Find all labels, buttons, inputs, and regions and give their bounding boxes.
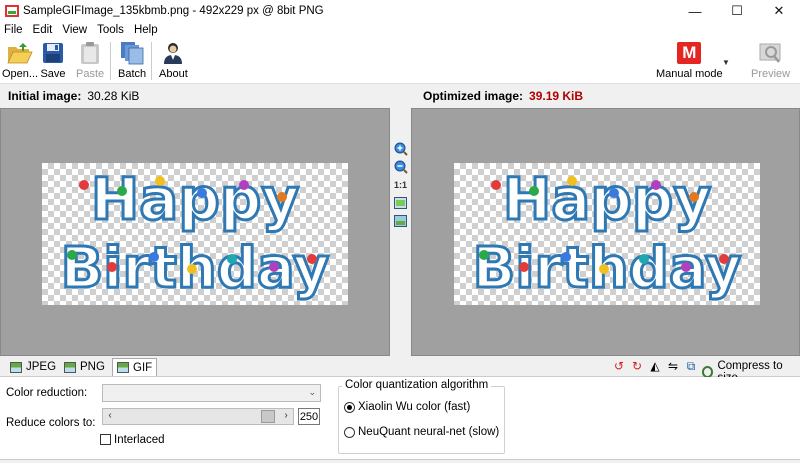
interlaced-label: Interlaced [114,434,165,446]
slider-thumb[interactable] [261,410,275,423]
paste-button[interactable]: Paste [76,40,104,80]
reduce-colors-label: Reduce colors to: [6,417,96,429]
menu-tools[interactable]: Tools [97,24,124,36]
magnifier-icon [758,40,784,66]
color-reduction-select[interactable]: ⌄ [102,384,321,402]
optimized-image-size: 39.19 KiB [529,89,584,103]
initial-image-size: 30.28 KiB [87,89,140,103]
toolbar-separator [110,42,111,80]
mode-dropdown-arrow-icon[interactable]: ▼ [722,58,730,67]
crop-icon[interactable]: ⧉ [684,359,698,373]
gif-settings-panel: Color reduction: ⌄ Reduce colors to: ‹ ›… [0,377,800,463]
initial-image-label: Initial image: [8,89,82,103]
tab-png-label: PNG [80,361,105,373]
png-format-icon [64,361,76,373]
open-button[interactable]: Open... [2,40,38,80]
slider-left-arrow-icon[interactable]: ‹ [104,410,116,421]
initial-image-panel[interactable]: Happy Birthday [0,108,390,356]
graphic-line1: Happy [91,165,300,233]
paste-label: Paste [76,68,105,80]
fit-window-icon[interactable] [394,196,408,210]
compare-icon[interactable] [394,214,408,228]
maximize-button[interactable]: ☐ [716,0,758,22]
flip-vertical-icon[interactable]: ⇋ [666,359,680,373]
preview-label: Preview [751,68,791,80]
slider-right-arrow-icon[interactable]: › [280,410,292,421]
menu-view[interactable]: View [62,24,87,36]
format-tab-bar: JPEG PNG GIF ↺ ↻ ◭ ⇋ ⧉ Compress to size [0,356,800,384]
optimized-image-info: Optimized image: 39.19 KiB [423,86,583,106]
zoom-out-icon[interactable] [394,160,408,174]
xiaolin-wu-radio[interactable] [344,402,355,413]
about-label: About [159,68,188,80]
chevron-down-icon: ⌄ [308,387,316,397]
color-reduction-label: Color reduction: [6,387,88,399]
reduce-colors-slider[interactable]: ‹ › [102,408,294,425]
open-label: Open... [2,68,39,80]
folder-open-icon [7,40,33,66]
tab-jpeg-label: JPEG [26,361,57,373]
tab-jpeg[interactable]: JPEG [6,358,60,376]
manual-mode-icon: M [676,40,702,66]
optimized-image-label: Optimized image: [423,89,524,103]
jpeg-format-icon [10,361,22,373]
optimized-image: Happy Birthday [454,163,760,305]
zoom-in-icon[interactable] [394,142,408,156]
batch-button[interactable]: Batch [118,40,146,80]
title-bar: SampleGIFImage_135kbmb.png - 492x229 px … [0,0,800,22]
interlaced-checkbox[interactable] [100,434,111,445]
preview-button[interactable]: Preview [751,40,790,80]
manual-mode-label: Manual mode [656,68,723,80]
zoom-toolbar: 1:1 [391,108,410,356]
tab-png[interactable]: PNG [60,358,109,376]
quantization-title: Color quantization algorithm [342,379,492,391]
happy-birthday-graphic: Happy Birthday [471,164,743,303]
menu-file[interactable]: File [4,24,23,36]
happy-birthday-graphic: Happy Birthday [59,164,331,303]
neuquant-radio[interactable] [344,427,355,438]
bottom-tab-strip [0,459,800,463]
minimize-button[interactable]: — [674,0,716,22]
reduce-colors-value[interactable]: 250 [298,408,320,425]
window-controls: — ☐ ✕ [674,0,800,22]
tab-gif-label: GIF [133,361,153,374]
menu-edit[interactable]: Edit [33,24,53,36]
manual-mode-button[interactable]: M Manual mode [656,40,723,80]
close-button[interactable]: ✕ [758,0,800,22]
save-label: Save [40,68,66,80]
user-avatar-icon [160,40,186,66]
quantization-group [338,386,505,454]
tab-gif[interactable]: GIF [112,358,158,376]
image-tools: ↺ ↻ ◭ ⇋ ⧉ [612,359,702,374]
initial-image: Happy Birthday [42,163,348,305]
toolbar-separator [151,42,152,80]
initial-image-info: Initial image: 30.28 KiB [8,86,139,106]
toolbar: Open... Save Paste Batch About M Manual … [0,38,800,84]
floppy-disk-icon [40,40,66,66]
gif-format-icon [117,362,129,373]
mode-badge: M [677,42,702,64]
about-button[interactable]: About [159,40,188,80]
xiaolin-wu-label: Xiaolin Wu color (fast) [358,401,471,413]
menu-bar: File Edit View Tools Help [0,22,800,38]
optimized-image-panel[interactable]: Happy Birthday [411,108,800,356]
app-icon [5,5,19,17]
clipboard-icon [77,40,103,66]
actual-size-button[interactable]: 1:1 [394,178,408,192]
save-button[interactable]: Save [40,40,66,80]
rotate-right-icon[interactable]: ↻ [630,359,644,373]
batch-files-icon [119,40,145,66]
rotate-left-icon[interactable]: ↺ [612,359,626,373]
flip-horizontal-icon[interactable]: ◭ [648,359,662,373]
window-title: SampleGIFImage_135kbmb.png - 492x229 px … [23,5,324,17]
menu-help[interactable]: Help [134,24,158,36]
batch-label: Batch [118,68,147,80]
graphic-line1: Happy [503,165,712,233]
neuquant-label: NeuQuant neural-net (slow) [358,426,500,438]
